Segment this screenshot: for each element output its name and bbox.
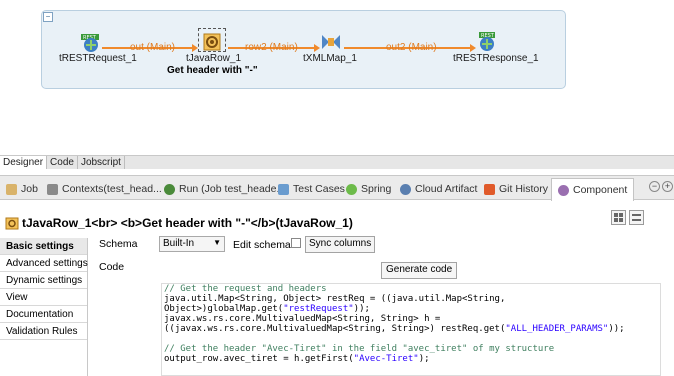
run-icon	[164, 183, 175, 195]
link-label-out2[interactable]: out2 (Main)	[386, 42, 437, 53]
code-line: // Get the header "Avec-Tiret" in the fi…	[164, 344, 555, 354]
tab-test-cases[interactable]: Test Cases	[278, 179, 345, 199]
tab-label: Spring	[361, 183, 392, 195]
component-label-trestresponse[interactable]: tRESTResponse_1	[453, 53, 539, 64]
link-label-row2[interactable]: row2 (Main)	[245, 42, 298, 53]
tab-component[interactable]: Component	[551, 178, 635, 201]
component-label-txmlmap[interactable]: tXMLMap_1	[303, 53, 357, 64]
code-line: javax.ws.rs.core.MultivaluedMap<String, …	[164, 314, 441, 324]
tab-code[interactable]: Code	[47, 156, 78, 169]
menu-advanced-settings[interactable]: Advanced settings	[0, 255, 88, 272]
tab-git-history[interactable]: Git History	[484, 179, 548, 199]
code-line: output_row.avec_tiret = h.getFirst("Avec…	[164, 354, 430, 364]
code-line: ((javax.ws.rs.core.MultivaluedMap<String…	[164, 324, 625, 334]
tab-run[interactable]: Run (Job test_heade...	[164, 179, 285, 199]
menu-basic-settings[interactable]: Basic settings	[0, 238, 87, 255]
component-title-row: tJavaRow_1<br> <b>Get header with "-"</b…	[0, 210, 674, 234]
code-label: Code	[99, 261, 125, 273]
tab-jobscript[interactable]: Jobscript	[78, 156, 125, 169]
schema-select-value: Built-In	[163, 238, 195, 249]
designer-canvas[interactable]: − out (Main) row2 (Main) out2 (Main) RES…	[0, 0, 674, 155]
tjavarow-small-icon	[5, 216, 19, 230]
maximize-view-button[interactable]: +	[662, 181, 673, 192]
basic-settings-panel: Schema Built-In ▼ Edit schema Sync colum…	[89, 234, 674, 376]
git-history-icon	[484, 183, 495, 195]
txmlmap-icon[interactable]	[320, 31, 342, 53]
spring-icon	[346, 183, 357, 195]
designer-tab-bar: Designer Code Jobscript	[0, 155, 674, 169]
tab-cloud-artifact[interactable]: Cloud Artifact	[400, 179, 477, 199]
settings-menu: Basic settings Advanced settings Dynamic…	[0, 238, 88, 376]
generate-code-button[interactable]: Generate code	[381, 262, 458, 279]
tab-spring[interactable]: Spring	[346, 179, 391, 199]
chevron-down-icon: ▼	[213, 238, 221, 247]
sync-columns-button[interactable]: Sync columns	[305, 236, 376, 253]
component-icon	[558, 184, 569, 196]
trestrequest-icon[interactable]: REST	[80, 31, 102, 53]
tab-label: Cloud Artifact	[415, 183, 478, 195]
tab-label: Contexts(test_head...	[62, 183, 162, 195]
minimize-view-button[interactable]: −	[649, 181, 660, 192]
edit-schema-button[interactable]	[291, 238, 301, 248]
component-label-trestrequest[interactable]: tRESTRequest_1	[59, 53, 137, 64]
code-line: // Get the request and headers	[164, 284, 327, 294]
subjob-collapse-button[interactable]: −	[43, 12, 53, 22]
tjavarow-icon[interactable]	[201, 30, 223, 52]
tab-designer[interactable]: Designer	[0, 156, 48, 169]
contexts-icon	[47, 183, 58, 195]
edit-schema-label: Edit schema	[233, 239, 291, 251]
schema-label: Schema	[99, 238, 138, 250]
tab-label: Test Cases	[293, 183, 345, 195]
schema-select[interactable]: Built-In ▼	[159, 236, 225, 252]
view-tab-bar: Job Contexts(test_head... Run (Job test_…	[0, 175, 674, 201]
menu-documentation[interactable]: Documentation	[0, 306, 87, 323]
tab-label: Run (Job test_heade...	[179, 183, 286, 195]
tab-label: Component	[573, 184, 628, 196]
code-line: Object>)globalMap.get("restRequest"));	[164, 304, 370, 314]
grid-layout-button[interactable]	[611, 210, 626, 225]
link-label-out[interactable]: out (Main)	[130, 42, 175, 53]
list-layout-button[interactable]	[629, 210, 644, 225]
cloud-artifact-icon	[400, 183, 411, 195]
trestresponse-icon[interactable]: REST	[476, 30, 498, 52]
code-editor[interactable]: // Get the request and headers java.util…	[161, 283, 661, 376]
component-sublabel: Get header with "-"	[167, 65, 258, 76]
tab-job[interactable]: Job	[6, 179, 38, 199]
tab-label: Git History	[499, 183, 549, 195]
component-label-tjavarow[interactable]: tJavaRow_1	[186, 53, 241, 64]
test-cases-icon	[278, 183, 289, 195]
code-line: java.util.Map<String, Object> restReq = …	[164, 294, 506, 304]
component-title: tJavaRow_1<br> <b>Get header with "-"</b…	[22, 216, 353, 230]
tab-label: Job	[21, 183, 38, 195]
tab-contexts[interactable]: Contexts(test_head...	[47, 179, 162, 199]
job-icon	[6, 183, 17, 195]
menu-view[interactable]: View	[0, 289, 87, 306]
menu-dynamic-settings[interactable]: Dynamic settings	[0, 272, 87, 289]
menu-validation-rules[interactable]: Validation Rules	[0, 323, 87, 340]
